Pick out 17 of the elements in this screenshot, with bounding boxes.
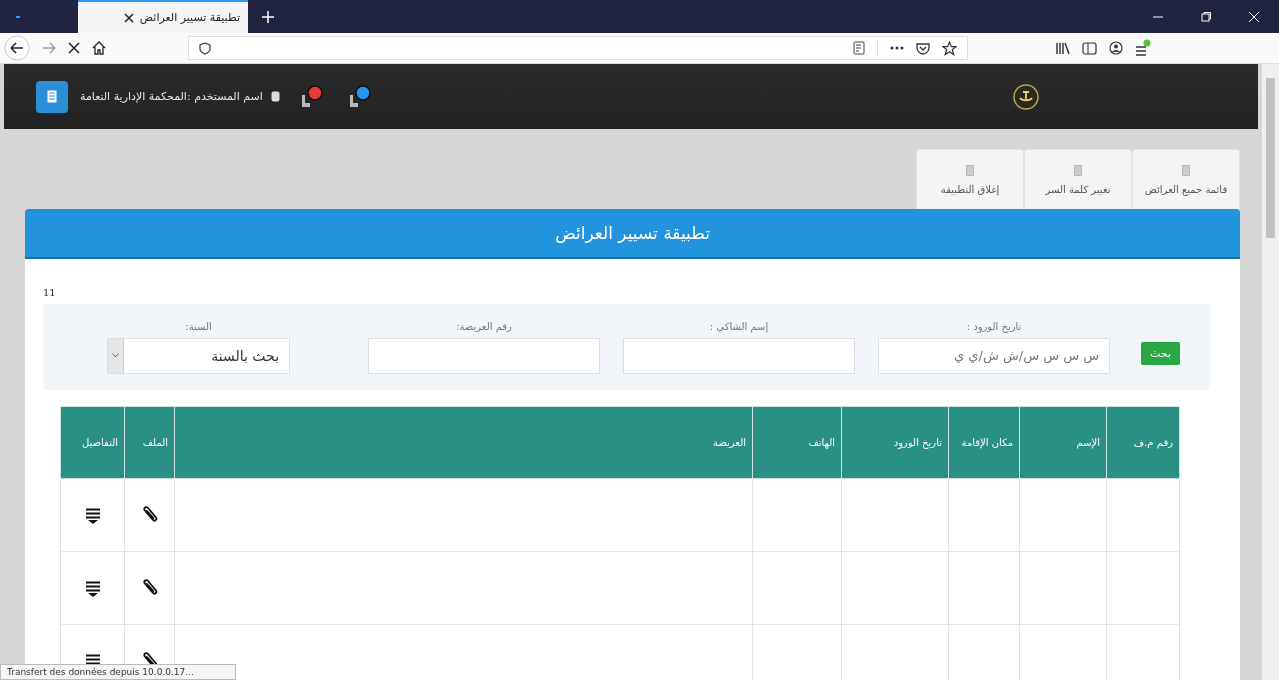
field-label: تاريخ الورود : <box>966 320 1022 332</box>
user-label: اسم المستخدم :المحكمة الإدارية النعامة <box>80 90 263 103</box>
column-header: الإسم <box>1019 406 1107 479</box>
tab-title: تطبيقة تسيير العرائض <box>139 11 240 24</box>
column-header: التفاصيل <box>60 406 125 479</box>
column-header: مكان الإقامة <box>948 406 1020 479</box>
field-label: إسم الشاكي : <box>709 320 769 332</box>
column-header: تاريخ الورود <box>841 406 949 479</box>
column-header: العريضة <box>174 406 753 479</box>
record-count: 11 <box>43 287 56 298</box>
column-header: الهاتف <box>752 406 842 479</box>
status-tooltip: Transfert des données depuis 10.0.0.17... <box>0 664 236 680</box>
column-header: رقم م.ف <box>1106 406 1180 479</box>
field-label: رقم العريضة: <box>456 320 512 332</box>
banner-title: تطبيقة تسيير العرائض <box>555 223 710 243</box>
column-header: الملف <box>124 406 175 479</box>
field-label: السنة: <box>185 320 212 332</box>
